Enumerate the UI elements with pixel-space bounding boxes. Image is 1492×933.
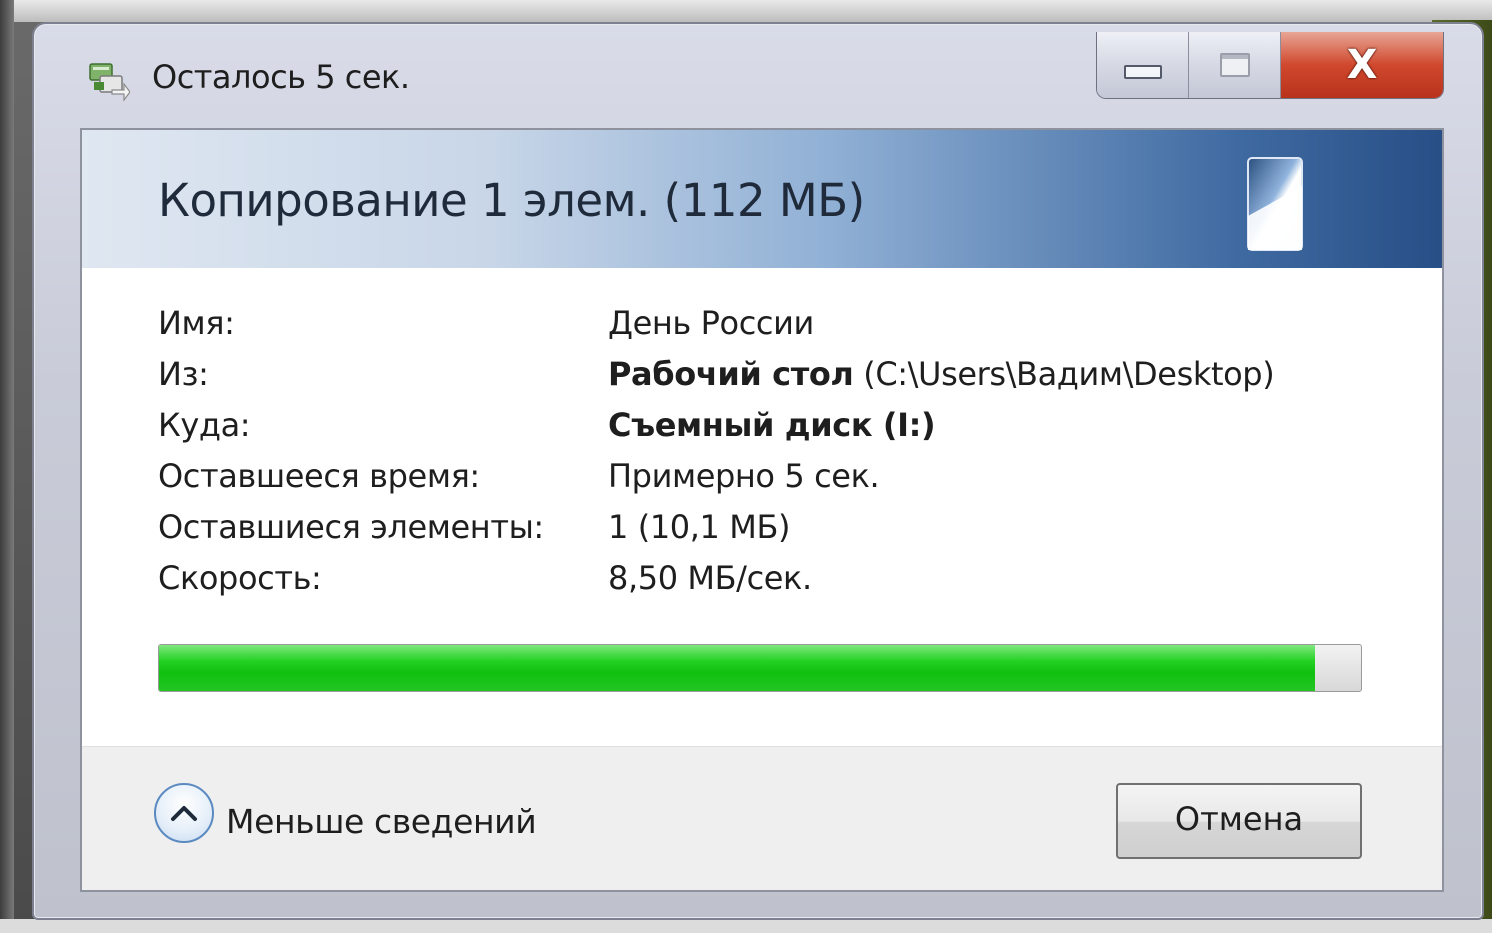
close-icon: X — [1346, 42, 1378, 88]
detail-row-to: Куда: Съемный диск (I:) — [158, 400, 1398, 451]
detail-row-name: Имя: День России — [158, 298, 1398, 349]
maximize-icon — [1219, 53, 1250, 77]
copy-operation-title: Копирование 1 элем. (112 МБ) — [158, 174, 865, 227]
close-button[interactable]: X — [1281, 32, 1443, 98]
detail-row-from: Из: Рабочий стол (C:\Users\Вадим\Desktop… — [158, 349, 1398, 400]
chevron-up-icon[interactable] — [154, 783, 214, 843]
background-left-strip — [0, 0, 14, 933]
background-window-strip — [14, 0, 1492, 22]
copy-files-icon — [89, 63, 130, 102]
from-label: Из: — [158, 355, 209, 393]
from-location-name[interactable]: Рабочий стол — [608, 355, 854, 393]
dialog-content: Копирование 1 элем. (112 МБ) Имя: День Р… — [80, 128, 1444, 892]
cancel-button[interactable]: Отмена — [1116, 783, 1362, 859]
from-value: Рабочий стол (C:\Users\Вадим\Desktop) — [608, 355, 1275, 393]
detail-row-speed: Скорость: 8,50 МБ/сек. — [158, 553, 1398, 604]
name-label: Имя: — [158, 304, 235, 342]
to-label: Куда: — [158, 406, 251, 444]
speed-value: 8,50 МБ/сек. — [608, 559, 812, 597]
to-value: Съемный диск (I:) — [608, 406, 936, 444]
minimize-icon — [1123, 65, 1162, 79]
items-remaining-value: 1 (10,1 МБ) — [608, 508, 791, 546]
name-value: День России — [608, 304, 814, 342]
title-bar[interactable]: Осталось 5 сек. X — [34, 24, 1482, 124]
copy-details: Имя: День России Из: Рабочий стол (C:\Us… — [158, 298, 1398, 604]
caption-buttons: X — [1096, 32, 1444, 99]
copy-progress-bar — [158, 644, 1362, 692]
header-band: Копирование 1 элем. (112 МБ) — [82, 130, 1442, 268]
dialog-footer: Меньше сведений Отмена — [82, 746, 1442, 890]
minimize-button[interactable] — [1097, 32, 1189, 98]
less-details-label[interactable]: Меньше сведений — [226, 802, 537, 841]
maximize-button[interactable] — [1189, 32, 1281, 98]
from-location-path: (C:\Users\Вадим\Desktop) — [863, 355, 1275, 393]
speed-label: Скорость: — [158, 559, 322, 597]
detail-row-time-remaining: Оставшееся время: Примерно 5 сек. — [158, 451, 1398, 502]
progress-fill — [159, 645, 1316, 691]
to-location-name[interactable]: Съемный диск (I:) — [608, 406, 936, 444]
items-remaining-label: Оставшиеся элементы: — [158, 508, 544, 546]
removable-drive-icon — [1247, 157, 1303, 251]
detail-row-items-remaining: Оставшиеся элементы: 1 (10,1 МБ) — [158, 502, 1398, 553]
less-details-toggle[interactable]: Меньше сведений — [154, 781, 537, 845]
background-bottom-strip — [0, 919, 1492, 933]
window-title: Осталось 5 сек. — [152, 58, 410, 96]
copy-progress-window: Осталось 5 сек. X Копирование 1 элем. (1… — [32, 22, 1484, 920]
time-remaining-value: Примерно 5 сек. — [608, 457, 880, 495]
time-remaining-label: Оставшееся время: — [158, 457, 480, 495]
